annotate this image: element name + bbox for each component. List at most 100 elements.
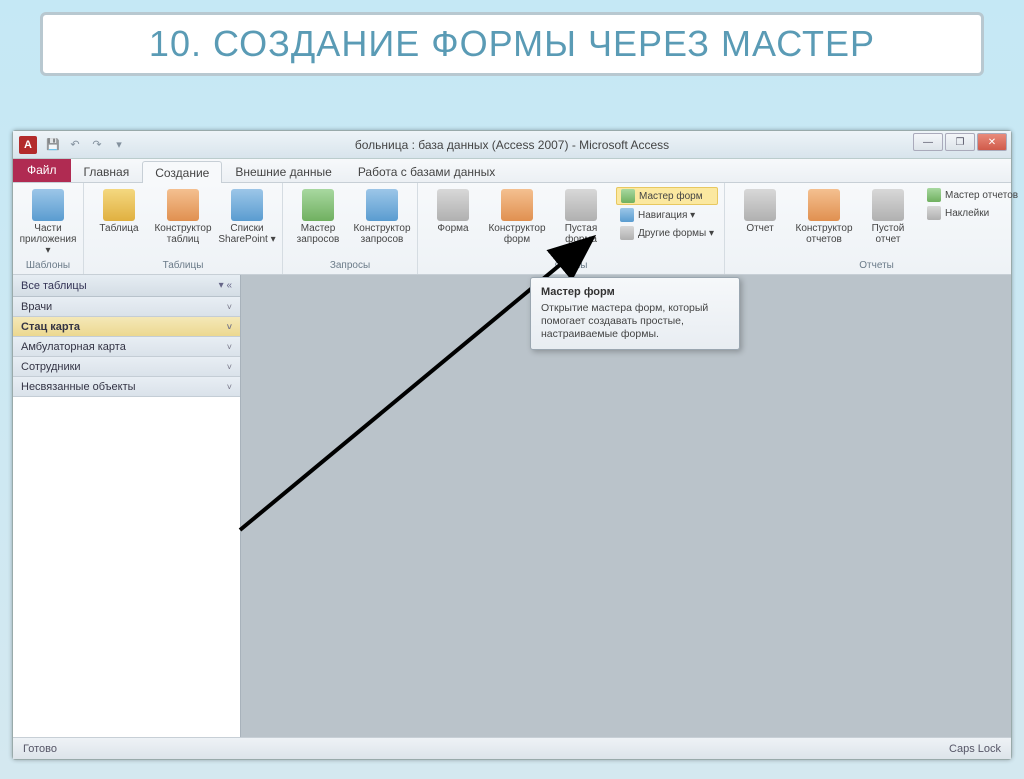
qat-more-icon[interactable]: ▾: [111, 137, 127, 153]
tooltip-body: Открытие мастера форм, который помогает …: [541, 302, 729, 341]
statusbar: Готово Caps Lock: [13, 737, 1011, 759]
tab-file[interactable]: Файл: [13, 158, 71, 182]
ribbon-button[interactable]: Конструктор отчетов: [795, 187, 853, 245]
maximize-button[interactable]: ❐: [945, 133, 975, 151]
ribbon-button[interactable]: Пустой отчет: [859, 187, 917, 245]
ribbon-small-label: Навигация ▾: [638, 210, 695, 221]
ribbon-small-label: Мастер отчетов: [945, 190, 1018, 201]
expand-icon[interactable]: ˅: [227, 362, 232, 372]
ribbon-icon: [103, 189, 135, 221]
access-window: A 💾 ↶ ↷ ▾ больница : база данных (Access…: [12, 130, 1012, 760]
ribbon-small-icon: [927, 206, 941, 220]
tab-создание[interactable]: Создание: [142, 161, 222, 183]
nav-item[interactable]: Несвязанные объекты ˅: [13, 377, 240, 397]
tab-внешние данные[interactable]: Внешние данные: [222, 160, 345, 182]
minimize-button[interactable]: —: [913, 133, 943, 151]
ribbon-small-label: Другие формы ▾: [638, 228, 714, 239]
expand-icon[interactable]: ˅: [227, 382, 232, 392]
expand-icon[interactable]: ˅: [227, 322, 232, 332]
tab-главная[interactable]: Главная: [71, 160, 143, 182]
window-controls: — ❐ ✕: [913, 133, 1007, 151]
ribbon-button[interactable]: Конструктор форм: [488, 187, 546, 245]
nav-header[interactable]: Все таблицы ▾ «: [13, 275, 240, 297]
ribbon-button[interactable]: Форма: [424, 187, 482, 234]
ribbon-small-icon: [620, 226, 634, 240]
ribbon-icon: [32, 189, 64, 221]
ribbon-button[interactable]: Списки SharePoint ▾: [218, 187, 276, 245]
ribbon-button[interactable]: Части приложения ▾: [19, 187, 77, 256]
ribbon-small-button[interactable]: Мастер отчетов: [923, 187, 1022, 203]
group-label: Шаблоны: [19, 259, 77, 272]
ribbon: Части приложения ▾ Шаблоны Таблица Конструк…: [13, 183, 1011, 275]
ribbon-group-таблицы: Таблица Конструктор таблиц Списки SharePoi…: [84, 183, 283, 274]
undo-icon[interactable]: ↶: [67, 137, 83, 153]
quick-access-toolbar: 💾 ↶ ↷ ▾: [45, 137, 127, 153]
app-logo[interactable]: A: [19, 136, 37, 154]
ribbon-small-icon: [927, 188, 941, 202]
ribbon-small-button[interactable]: Наклейки: [923, 205, 1022, 221]
group-label: Отчеты: [731, 259, 1022, 272]
ribbon-icon: [744, 189, 776, 221]
ribbon-icon: [231, 189, 263, 221]
ribbon-icon: [501, 189, 533, 221]
ribbon-small-button[interactable]: Другие формы ▾: [616, 225, 718, 241]
ribbon-tabs: Файл ГлавнаяСозданиеВнешние данныеРабота…: [13, 159, 1011, 183]
ribbon-button-label: Конструктор таблиц: [154, 223, 212, 245]
ribbon-button-label: Таблица: [99, 223, 138, 234]
ribbon-button[interactable]: Конструктор таблиц: [154, 187, 212, 245]
ribbon-button-label: Отчет: [746, 223, 773, 234]
nav-item-label: Несвязанные объекты: [21, 381, 136, 393]
ribbon-button[interactable]: Конструктор запросов: [353, 187, 411, 245]
tab-работа с базами данных[interactable]: Работа с базами данных: [345, 160, 508, 182]
ribbon-group-запросы: Мастер запросовКонструктор запросовЗапро…: [283, 183, 418, 274]
ribbon-button[interactable]: Пустая форма: [552, 187, 610, 245]
ribbon-icon: [366, 189, 398, 221]
ribbon-small-button[interactable]: Мастер форм: [616, 187, 718, 205]
group-label: Формы: [424, 259, 718, 272]
titlebar: A 💾 ↶ ↷ ▾ больница : база данных (Access…: [13, 131, 1011, 159]
ribbon-button-label: Конструктор отчетов: [795, 223, 853, 245]
ribbon-button[interactable]: Таблица: [90, 187, 148, 234]
slide-title: 10. СОЗДАНИЕ ФОРМЫ ЧЕРЕЗ МАСТЕР: [40, 12, 984, 76]
group-label: Таблицы: [90, 259, 276, 272]
ribbon-icon: [872, 189, 904, 221]
ribbon-icon: [437, 189, 469, 221]
save-icon[interactable]: 💾: [45, 137, 61, 153]
ribbon-button[interactable]: Отчет: [731, 187, 789, 234]
navigation-pane: Все таблицы ▾ « Врачи˅Стац карта˅Амбулат…: [13, 275, 241, 737]
nav-item-label: Амбулаторная карта: [21, 341, 126, 353]
ribbon-small-icon: [620, 208, 634, 222]
close-button[interactable]: ✕: [977, 133, 1007, 151]
ribbon-icon: [167, 189, 199, 221]
expand-icon[interactable]: ˅: [227, 342, 232, 352]
ribbon-group-отчеты: Отчет Конструктор отчетов Пустой отчет Маст…: [725, 183, 1024, 274]
nav-item[interactable]: Сотрудники ˅: [13, 357, 240, 377]
ribbon-small-button[interactable]: Навигация ▾: [616, 207, 718, 223]
nav-item-label: Сотрудники: [21, 361, 81, 373]
ribbon-button[interactable]: Мастер запросов: [289, 187, 347, 245]
ribbon-button-label: Пустая форма: [552, 223, 610, 245]
status-right: Caps Lock: [949, 743, 1001, 755]
ribbon-button-label: Списки SharePoint ▾: [218, 223, 276, 245]
ribbon-button-label: Части приложения ▾: [19, 223, 77, 256]
nav-item[interactable]: Амбулаторная карта ˅: [13, 337, 240, 357]
nav-body: [13, 397, 240, 737]
expand-icon[interactable]: ˅: [227, 302, 232, 312]
window-title: больница : база данных (Access 2007) - M…: [13, 138, 1011, 152]
nav-item[interactable]: Стац карта˅: [13, 317, 240, 337]
ribbon-group-шаблоны: Части приложения ▾ Шаблоны: [13, 183, 84, 274]
ribbon-small-label: Наклейки: [945, 208, 989, 219]
nav-header-label: Все таблицы: [21, 280, 87, 292]
ribbon-small-icon: [621, 189, 635, 203]
content-area: Все таблицы ▾ « Врачи˅Стац карта˅Амбулат…: [13, 275, 1011, 737]
ribbon-button-label: Форма: [437, 223, 468, 234]
ribbon-button-label: Конструктор форм: [488, 223, 546, 245]
ribbon-small-label: Мастер форм: [639, 191, 703, 202]
nav-collapse-icon[interactable]: ▾ «: [219, 280, 232, 291]
tooltip-form-wizard: Мастер форм Открытие мастера форм, котор…: [530, 277, 740, 350]
nav-item-label: Врачи: [21, 301, 52, 313]
nav-item[interactable]: Врачи ˅: [13, 297, 240, 317]
ribbon-button-label: Конструктор запросов: [353, 223, 411, 245]
ribbon-button-label: Пустой отчет: [859, 223, 917, 245]
redo-icon[interactable]: ↷: [89, 137, 105, 153]
